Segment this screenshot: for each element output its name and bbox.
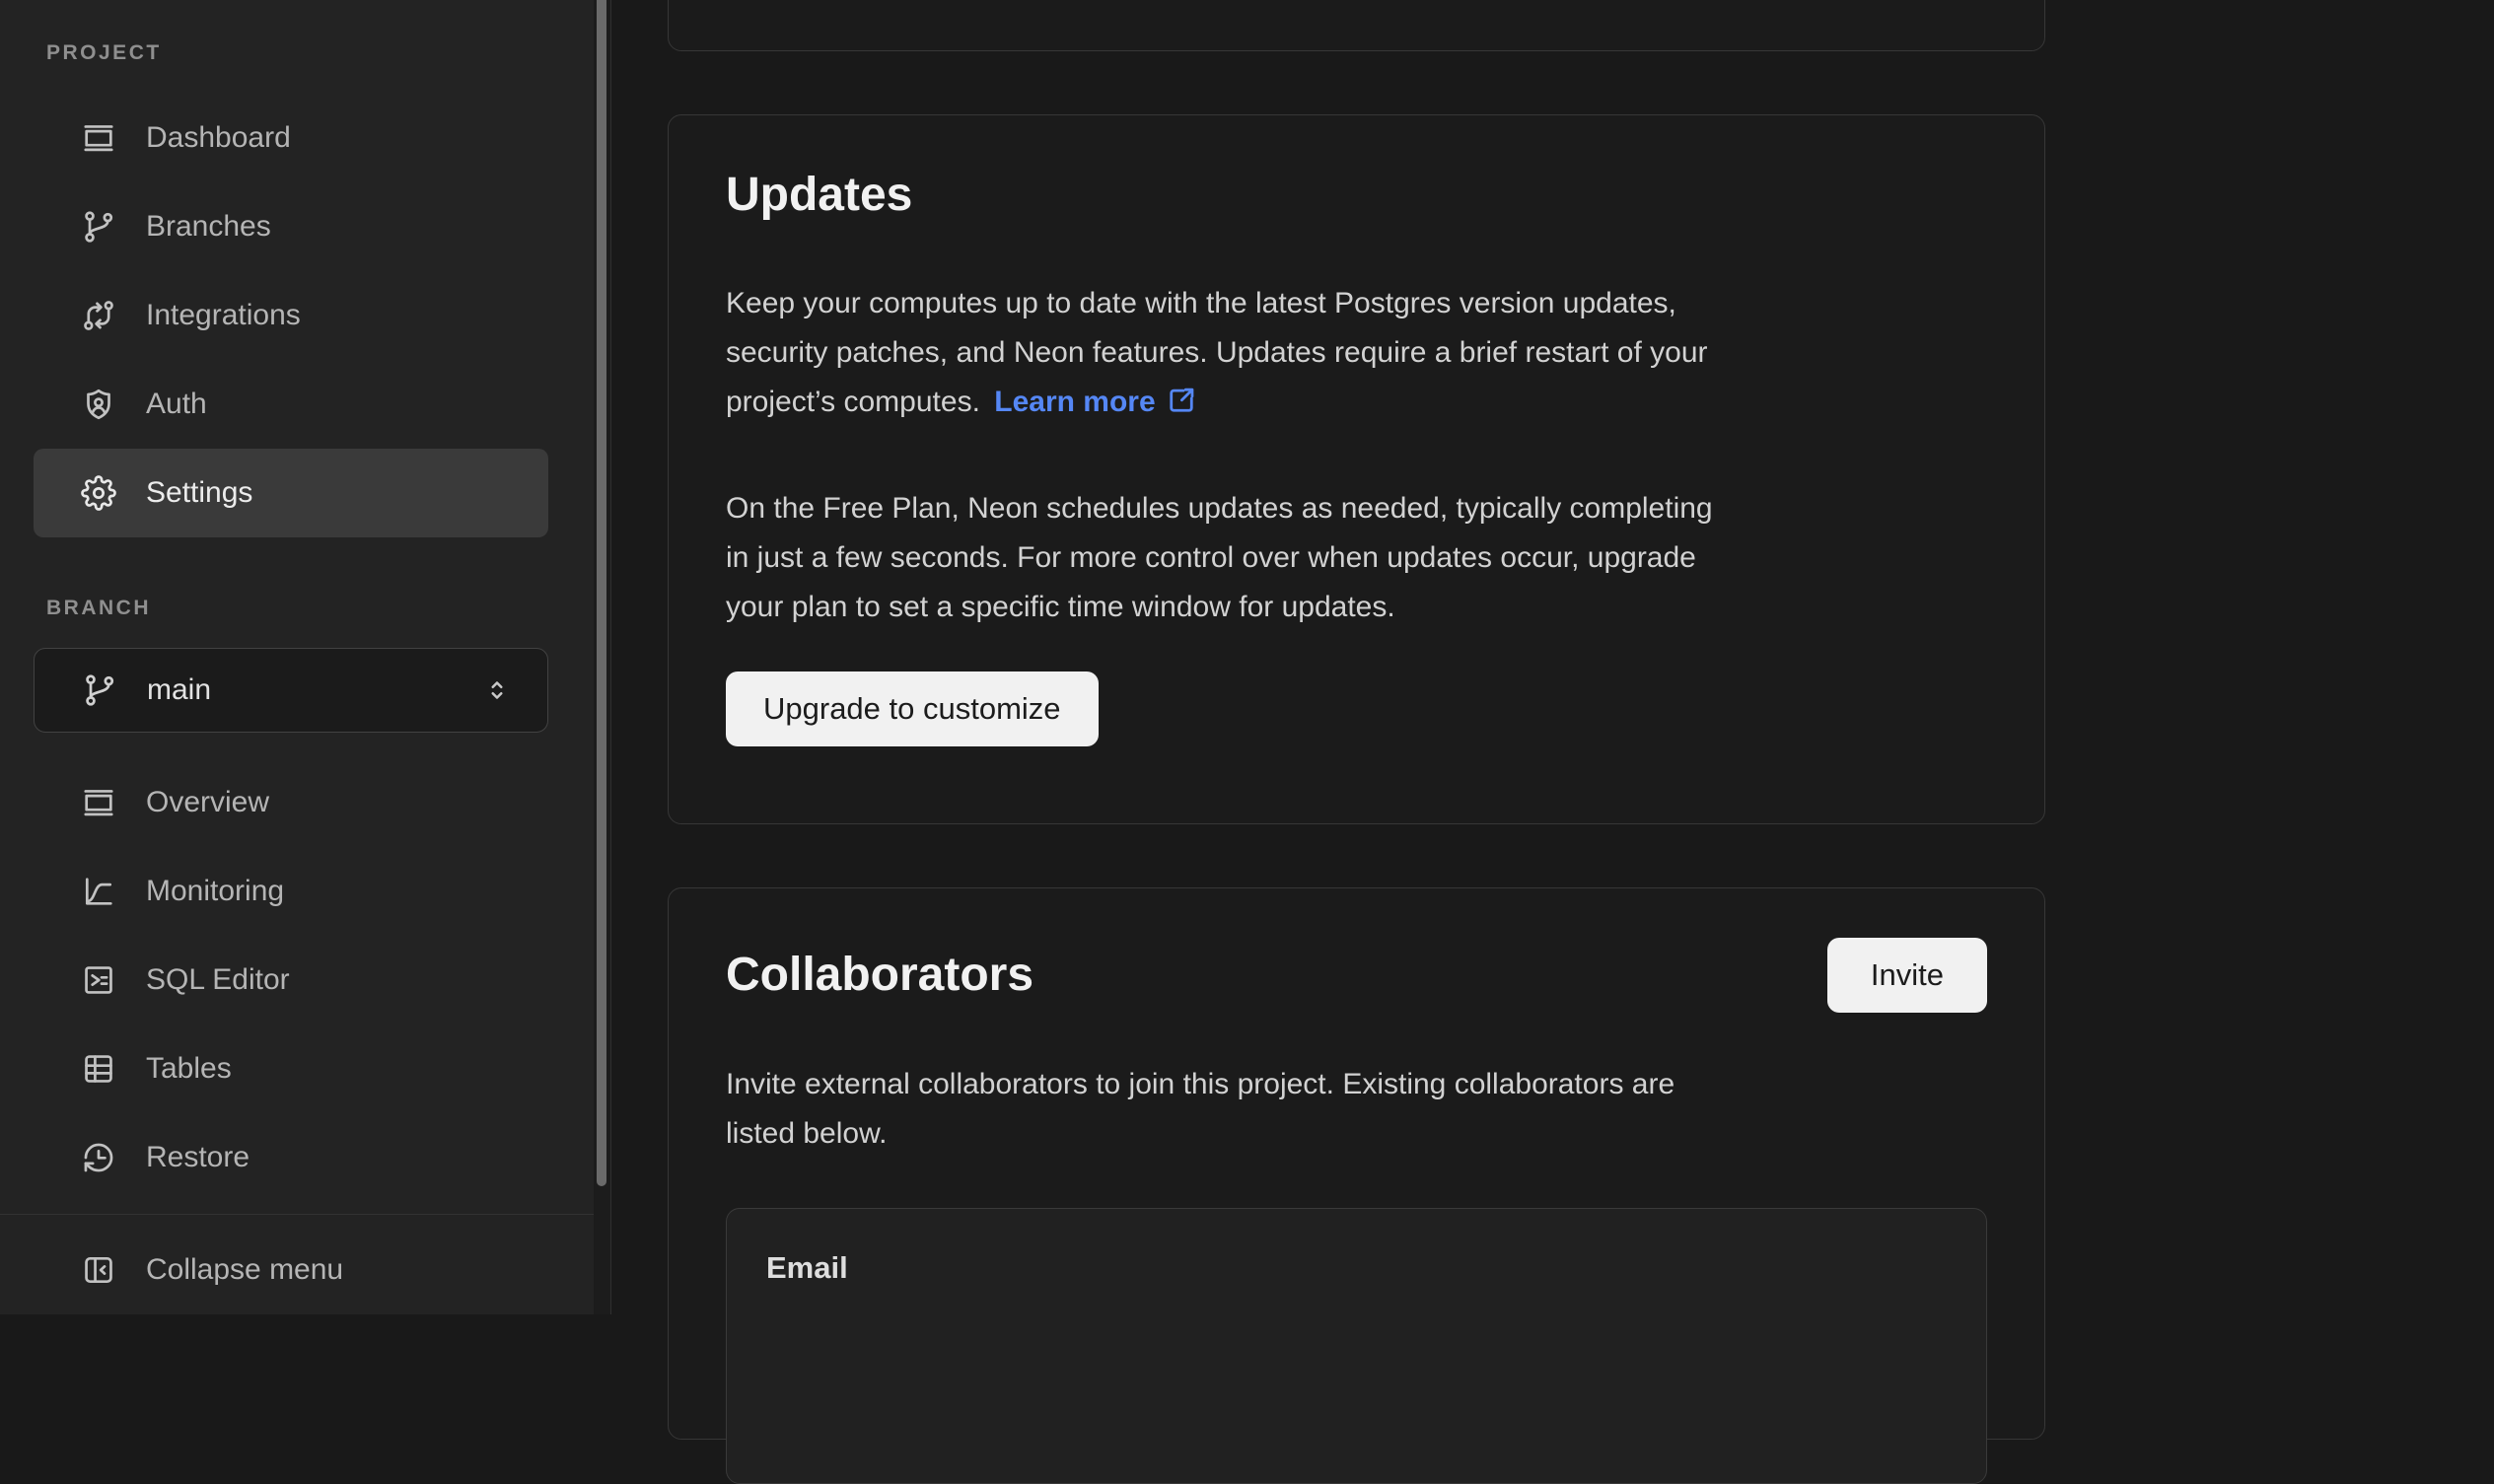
learn-more-label: Learn more <box>994 386 1155 418</box>
sidebar-scrollbar-thumb[interactable] <box>597 0 606 1186</box>
restore-history-icon <box>81 1140 116 1175</box>
upgrade-to-customize-button[interactable]: Upgrade to customize <box>726 671 1099 746</box>
settings-content: Updates Keep your computes up to date wi… <box>612 0 2494 1314</box>
collaborators-table: Email <box>726 1208 1987 1484</box>
email-column-header: Email <box>766 1250 1947 1286</box>
sidebar-item-restore[interactable]: Restore <box>34 1113 548 1202</box>
sidebar-item-overview[interactable]: Overview <box>34 758 548 847</box>
branch-selector-value: main <box>147 673 211 707</box>
branches-icon <box>81 209 116 245</box>
sidebar-item-auth[interactable]: Auth <box>34 360 548 449</box>
sidebar-item-label: Auth <box>146 388 207 421</box>
branch-selector[interactable]: main <box>34 648 548 733</box>
auth-shield-icon <box>81 387 116 422</box>
collapse-panel-icon <box>81 1252 116 1288</box>
sidebar-item-label: Branches <box>146 210 271 244</box>
overview-icon <box>81 785 116 820</box>
sidebar-item-monitoring[interactable]: Monitoring <box>34 847 548 936</box>
updates-note-line: On the Free Plan, Neon schedules updates… <box>726 492 1713 525</box>
sidebar-item-label: Integrations <box>146 299 301 332</box>
sidebar-item-label: Dashboard <box>146 121 291 155</box>
updates-note-line: your plan to set a specific time window … <box>726 591 1395 623</box>
gear-icon <box>81 475 116 511</box>
sidebar-item-label: Tables <box>146 1052 232 1086</box>
dashboard-icon <box>81 120 116 156</box>
collaborators-description: Invite external collaborators to join th… <box>726 1060 1987 1159</box>
sidebar-item-tables[interactable]: Tables <box>34 1025 548 1113</box>
updates-description-line: Keep your computes up to date with the l… <box>726 287 1676 319</box>
collaborators-card: Collaborators Invite Invite external col… <box>668 887 2045 1440</box>
updates-description: Keep your computes up to date with the l… <box>726 279 1987 427</box>
project-nav: Dashboard Branches Integrations <box>34 94 548 537</box>
updates-title: Updates <box>726 165 1987 226</box>
project-sidebar: PROJECT Dashboard Branches <box>0 0 611 1314</box>
collapse-menu-label: Collapse menu <box>146 1253 343 1287</box>
sql-editor-icon <box>81 962 116 998</box>
collaborators-description-line: listed below. <box>726 1117 887 1150</box>
sidebar-item-dashboard[interactable]: Dashboard <box>34 94 548 182</box>
collaborators-title: Collaborators <box>726 945 1033 1006</box>
collapse-menu-button[interactable]: Collapse menu <box>34 1226 548 1314</box>
collaborators-description-line: Invite external collaborators to join th… <box>726 1068 1675 1100</box>
sidebar-item-label: Restore <box>146 1141 249 1174</box>
updates-description-line: project’s computes. <box>726 386 980 418</box>
sidebar-item-integrations[interactable]: Integrations <box>34 271 548 360</box>
monitoring-chart-icon <box>81 874 116 909</box>
updates-card: Updates Keep your computes up to date wi… <box>668 114 2045 824</box>
external-link-icon <box>1166 385 1197 416</box>
updates-note-line: in just a few seconds. For more control … <box>726 541 1696 574</box>
project-section-label: PROJECT <box>46 41 610 65</box>
integrations-icon <box>81 298 116 333</box>
sidebar-item-label: Overview <box>146 786 269 819</box>
previous-card-edge <box>668 0 2045 51</box>
sidebar-item-label: SQL Editor <box>146 963 290 997</box>
sidebar-item-label: Monitoring <box>146 875 284 908</box>
sidebar-item-settings[interactable]: Settings <box>34 449 548 537</box>
sidebar-item-sql-editor[interactable]: SQL Editor <box>34 936 548 1025</box>
chevron-up-down-icon <box>482 675 512 705</box>
invite-button[interactable]: Invite <box>1827 938 1987 1013</box>
updates-description-line: security patches, and Neon features. Upd… <box>726 336 1708 369</box>
git-branch-icon <box>82 672 117 708</box>
learn-more-link[interactable]: Learn more <box>994 386 1196 418</box>
tables-icon <box>81 1051 116 1087</box>
branch-nav: Overview Monitoring SQL Editor <box>34 758 548 1202</box>
sidebar-item-branches[interactable]: Branches <box>34 182 548 271</box>
updates-free-plan-note: On the Free Plan, Neon schedules updates… <box>726 484 1987 632</box>
sidebar-item-label: Settings <box>146 476 252 510</box>
branch-section-label: BRANCH <box>46 597 610 620</box>
sidebar-footer: Collapse menu <box>0 1214 594 1314</box>
